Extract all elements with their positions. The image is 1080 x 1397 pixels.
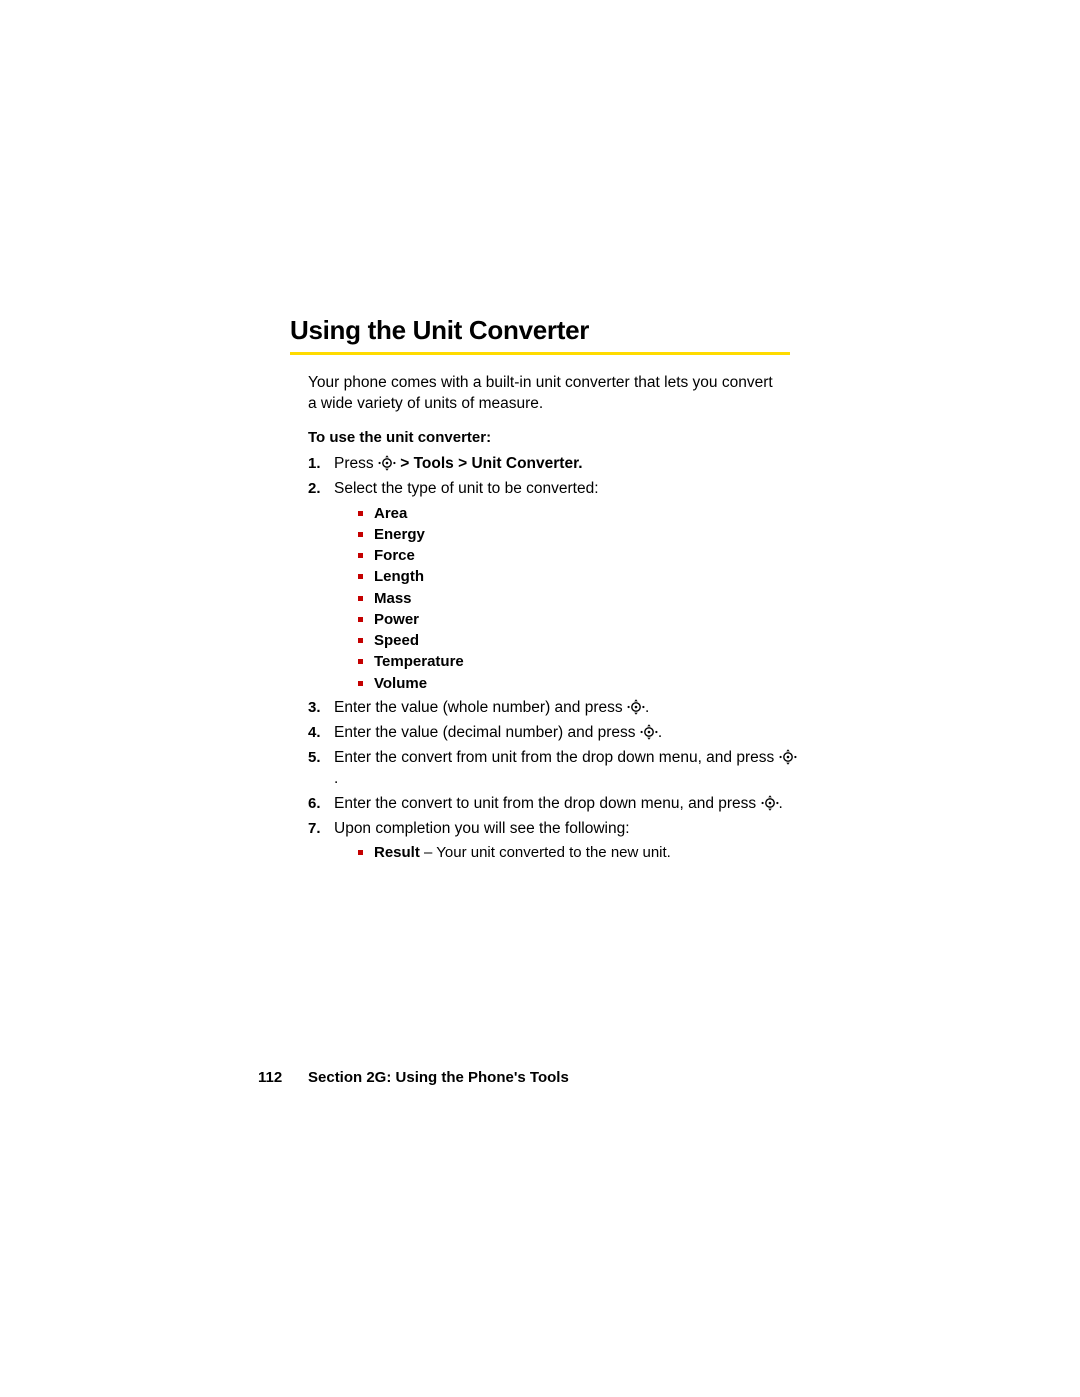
nav-key-icon	[378, 455, 396, 471]
step-3-text-a: Enter the value (whole number) and press	[334, 699, 627, 716]
unit-temperature: Temperature	[358, 652, 798, 672]
intro-paragraph: Your phone comes with a built-in unit co…	[290, 373, 773, 415]
result-item: Result – Your unit converted to the new …	[358, 843, 798, 863]
unit-mass: Mass	[358, 589, 798, 609]
result-list: Result – Your unit converted to the new …	[334, 843, 798, 863]
result-label: Result	[374, 844, 420, 861]
section-heading: Using the Unit Converter	[290, 315, 790, 346]
step-6-text-b: .	[779, 795, 783, 812]
step-3-text-b: .	[645, 699, 649, 716]
unit-length: Length	[358, 567, 798, 587]
unit-power: Power	[358, 610, 798, 630]
step-1: Press > Tools > Unit Converter.	[308, 454, 798, 475]
step-6-text-a: Enter the convert to unit from the drop …	[334, 795, 761, 812]
step-4-text-a: Enter the value (decimal number) and pre…	[334, 724, 640, 741]
step-5-text-b: .	[334, 770, 338, 787]
sub-heading: To use the unit converter:	[290, 429, 790, 446]
nav-key-icon	[779, 749, 797, 765]
unit-area: Area	[358, 504, 798, 524]
content-block: Using the Unit Converter Your phone come…	[290, 315, 790, 868]
step-7-text: Upon completion you will see the followi…	[334, 820, 630, 837]
page-number: 112	[258, 1069, 308, 1086]
heading-underline	[290, 352, 790, 355]
step-4: Enter the value (decimal number) and pre…	[308, 723, 798, 744]
step-5-text-a: Enter the convert from unit from the dro…	[334, 749, 779, 766]
unit-volume: Volume	[358, 674, 798, 694]
unit-force: Force	[358, 546, 798, 566]
step-3: Enter the value (whole number) and press…	[308, 698, 798, 719]
step-7: Upon completion you will see the followi…	[308, 819, 798, 864]
step-4-text-b: .	[658, 724, 662, 741]
nav-key-icon	[627, 699, 645, 715]
step-list: Press > Tools > Unit Converter. Select t…	[290, 454, 798, 864]
step-2-text: Select the type of unit to be converted:	[334, 480, 599, 497]
nav-key-icon	[761, 795, 779, 811]
unit-type-list: Area Energy Force Length Mass Power Spee…	[334, 504, 798, 694]
step-6: Enter the convert to unit from the drop …	[308, 794, 798, 815]
unit-speed: Speed	[358, 631, 798, 651]
result-text: – Your unit converted to the new unit.	[420, 844, 671, 861]
step-1-press: Press	[334, 455, 374, 472]
page-footer: 112Section 2G: Using the Phone's Tools	[258, 1069, 569, 1086]
step-1-path: > Tools > Unit Converter.	[400, 455, 582, 472]
unit-energy: Energy	[358, 525, 798, 545]
section-label: Section 2G: Using the Phone's Tools	[308, 1069, 569, 1086]
manual-page: Using the Unit Converter Your phone come…	[0, 0, 1080, 1397]
step-5: Enter the convert from unit from the dro…	[308, 748, 798, 790]
step-2: Select the type of unit to be converted:…	[308, 479, 798, 694]
nav-key-icon	[640, 724, 658, 740]
